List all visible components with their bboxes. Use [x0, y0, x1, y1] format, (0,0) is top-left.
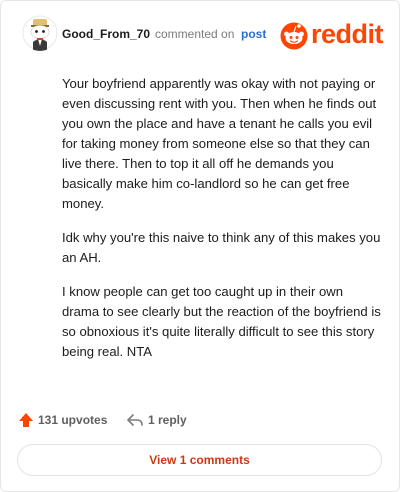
comment-paragraph: Your boyfriend apparently was okay with …: [62, 76, 377, 211]
reply-count[interactable]: 1 reply: [148, 413, 187, 427]
reddit-logo: reddit: [279, 19, 389, 50]
user-avatar[interactable]: [22, 15, 58, 51]
upvote-arrow-icon[interactable]: [18, 412, 34, 428]
view-comments-button[interactable]: View 1 comments: [17, 444, 382, 476]
comment-paragraph: I know people can get too caught up in t…: [62, 284, 381, 359]
comment-body: Your boyfriend apparently was okay with …: [62, 74, 382, 376]
reply-arrow-icon[interactable]: [126, 413, 144, 427]
reddit-snoo-icon: [280, 22, 308, 50]
username[interactable]: Good_From_70: [62, 27, 150, 41]
comment-action-text: commented on: [155, 27, 235, 41]
comment-header: Good_From_70 commented on post reddit: [15, 14, 387, 54]
post-link[interactable]: post: [241, 27, 266, 41]
snoo-avatar-icon: [22, 15, 58, 51]
reddit-wordmark: reddit: [311, 19, 384, 49]
upvote-count: 131 upvotes: [38, 413, 108, 427]
comment-card: Good_From_70 commented on post reddit Yo…: [0, 0, 400, 492]
comment-paragraph: Idk why you're this naive to think any o…: [62, 230, 381, 265]
comment-footer: 131 upvotes 1 reply: [18, 410, 378, 432]
